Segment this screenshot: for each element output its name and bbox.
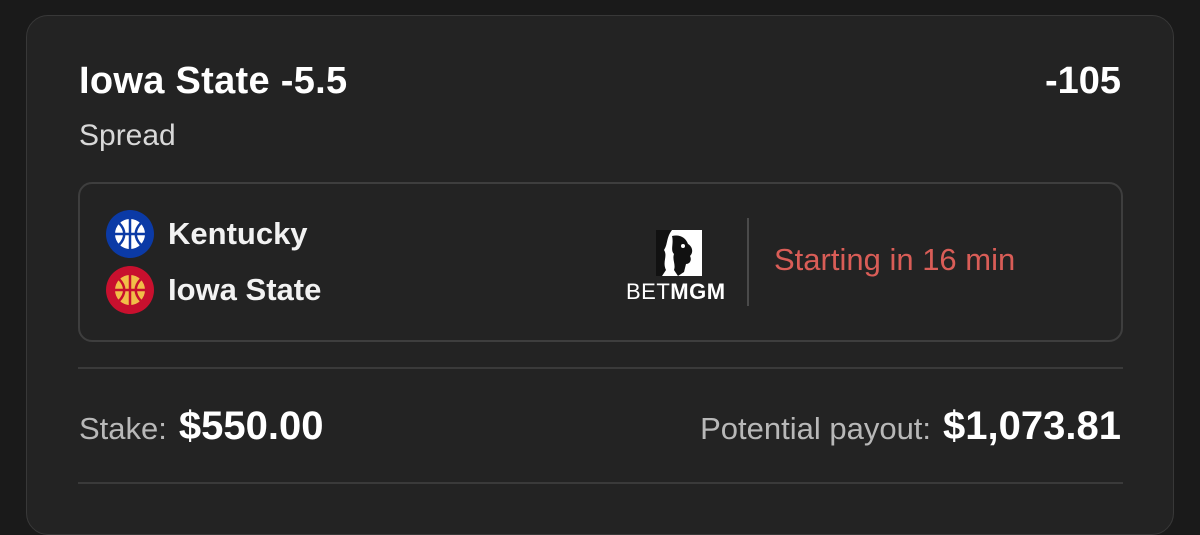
game-info-box[interactable]: Kentucky Iowa State BETMGM Starting in 1… [78, 182, 1123, 342]
sportsbook-name: BETMGM [626, 279, 736, 305]
sportsbook-name-part2: MGM [670, 279, 726, 304]
basketball-icon [106, 266, 154, 314]
game-start-status: Starting in 16 min [774, 242, 1016, 277]
stake-value: $550.00 [178, 404, 324, 448]
vertical-divider [747, 218, 749, 306]
bet-card[interactable]: Iowa State -5.5 -105 Spread Kentucky Iow… [26, 15, 1174, 535]
bet-odds: -105 [1044, 60, 1121, 102]
payout-label: Potential payout: [700, 411, 932, 446]
lion-logo-icon [656, 230, 702, 276]
section-divider [78, 367, 1123, 369]
section-divider [78, 482, 1123, 484]
sportsbook-name-part1: BET [626, 279, 671, 304]
payout-summary: Potential payout: $1,073.81 [700, 404, 1121, 449]
bet-market-type: Spread [79, 119, 176, 152]
team-name: Kentucky [168, 216, 308, 251]
team-name: Iowa State [168, 272, 322, 307]
bet-selection-title: Iowa State -5.5 [79, 60, 348, 102]
team-row-kentucky: Kentucky [106, 210, 308, 258]
sportsbook-logo: BETMGM [626, 230, 736, 308]
basketball-icon [106, 210, 154, 258]
stake-label: Stake: [79, 411, 167, 446]
payout-value: $1,073.81 [943, 404, 1121, 448]
stake-summary: Stake: $550.00 [79, 404, 323, 449]
team-row-iowa-state: Iowa State [106, 266, 321, 314]
